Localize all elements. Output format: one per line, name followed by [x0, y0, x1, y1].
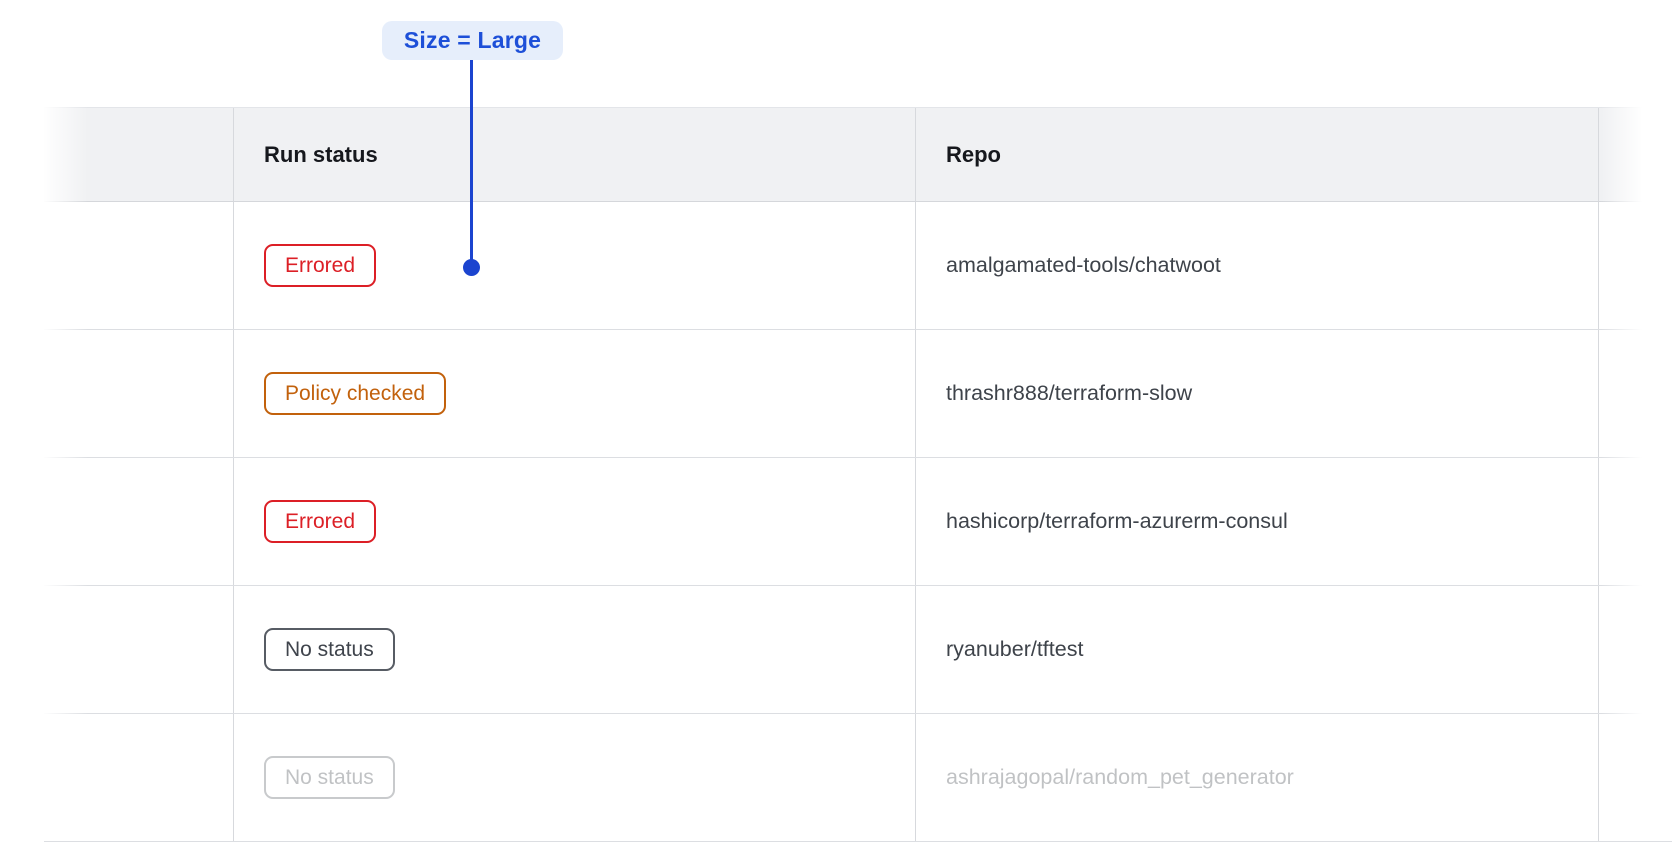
table-row[interactable]: No status ashrajagopal/random_pet_genera…	[44, 714, 1672, 842]
row-cell-cut	[1598, 586, 1672, 713]
run-status-cell: Errored	[233, 458, 915, 585]
table-row[interactable]: Policy checked thrashr888/terraform-slow	[44, 330, 1672, 458]
repo-cell: amalgamated-tools/chatwoot	[915, 202, 1598, 329]
row-cell-empty	[44, 586, 233, 713]
row-cell-empty	[44, 202, 233, 329]
row-cell-empty	[44, 458, 233, 585]
annotation-pointer-dot	[463, 259, 480, 276]
repo-cell: hashicorp/terraform-azurerm-consul	[915, 458, 1598, 585]
table-row[interactable]: Errored amalgamated-tools/chatwoot	[44, 202, 1672, 330]
runs-table: Run status Repo Errored amalgamated-tool…	[44, 107, 1672, 842]
row-cell-cut	[1598, 458, 1672, 585]
row-cell-empty	[44, 330, 233, 457]
header-cell-empty	[44, 108, 233, 201]
row-cell-cut	[1598, 330, 1672, 457]
size-annotation-badge: Size = Large	[382, 21, 563, 60]
row-cell-cut	[1598, 714, 1672, 841]
header-cell-cut	[1598, 108, 1672, 201]
run-status-cell: Policy checked	[233, 330, 915, 457]
repo-name: amalgamated-tools/chatwoot	[946, 253, 1221, 278]
row-cell-cut	[1598, 202, 1672, 329]
status-badge: Errored	[264, 244, 376, 287]
status-badge: Errored	[264, 500, 376, 543]
annotation-pointer-line	[470, 60, 473, 260]
repo-name: ryanuber/tftest	[946, 637, 1083, 662]
table-row[interactable]: Errored hashicorp/terraform-azurerm-cons…	[44, 458, 1672, 586]
repo-column-header: Repo	[946, 142, 1001, 168]
table-row[interactable]: No status ryanuber/tftest	[44, 586, 1672, 714]
status-badge: Policy checked	[264, 372, 446, 415]
header-cell-run-status: Run status	[233, 108, 915, 201]
run-status-cell: Errored	[233, 202, 915, 329]
header-cell-repo: Repo	[915, 108, 1598, 201]
status-badge: No status	[264, 756, 395, 799]
repo-cell: thrashr888/terraform-slow	[915, 330, 1598, 457]
row-cell-empty	[44, 714, 233, 841]
repo-name: hashicorp/terraform-azurerm-consul	[946, 509, 1288, 534]
run-status-column-header: Run status	[264, 142, 378, 168]
repo-name: thrashr888/terraform-slow	[946, 381, 1192, 406]
run-status-cell: No status	[233, 586, 915, 713]
status-badge: No status	[264, 628, 395, 671]
run-status-cell: No status	[233, 714, 915, 841]
repo-cell: ryanuber/tftest	[915, 586, 1598, 713]
repo-cell: ashrajagopal/random_pet_generator	[915, 714, 1598, 841]
table-header-row: Run status Repo	[44, 107, 1672, 202]
repo-name: ashrajagopal/random_pet_generator	[946, 765, 1294, 790]
